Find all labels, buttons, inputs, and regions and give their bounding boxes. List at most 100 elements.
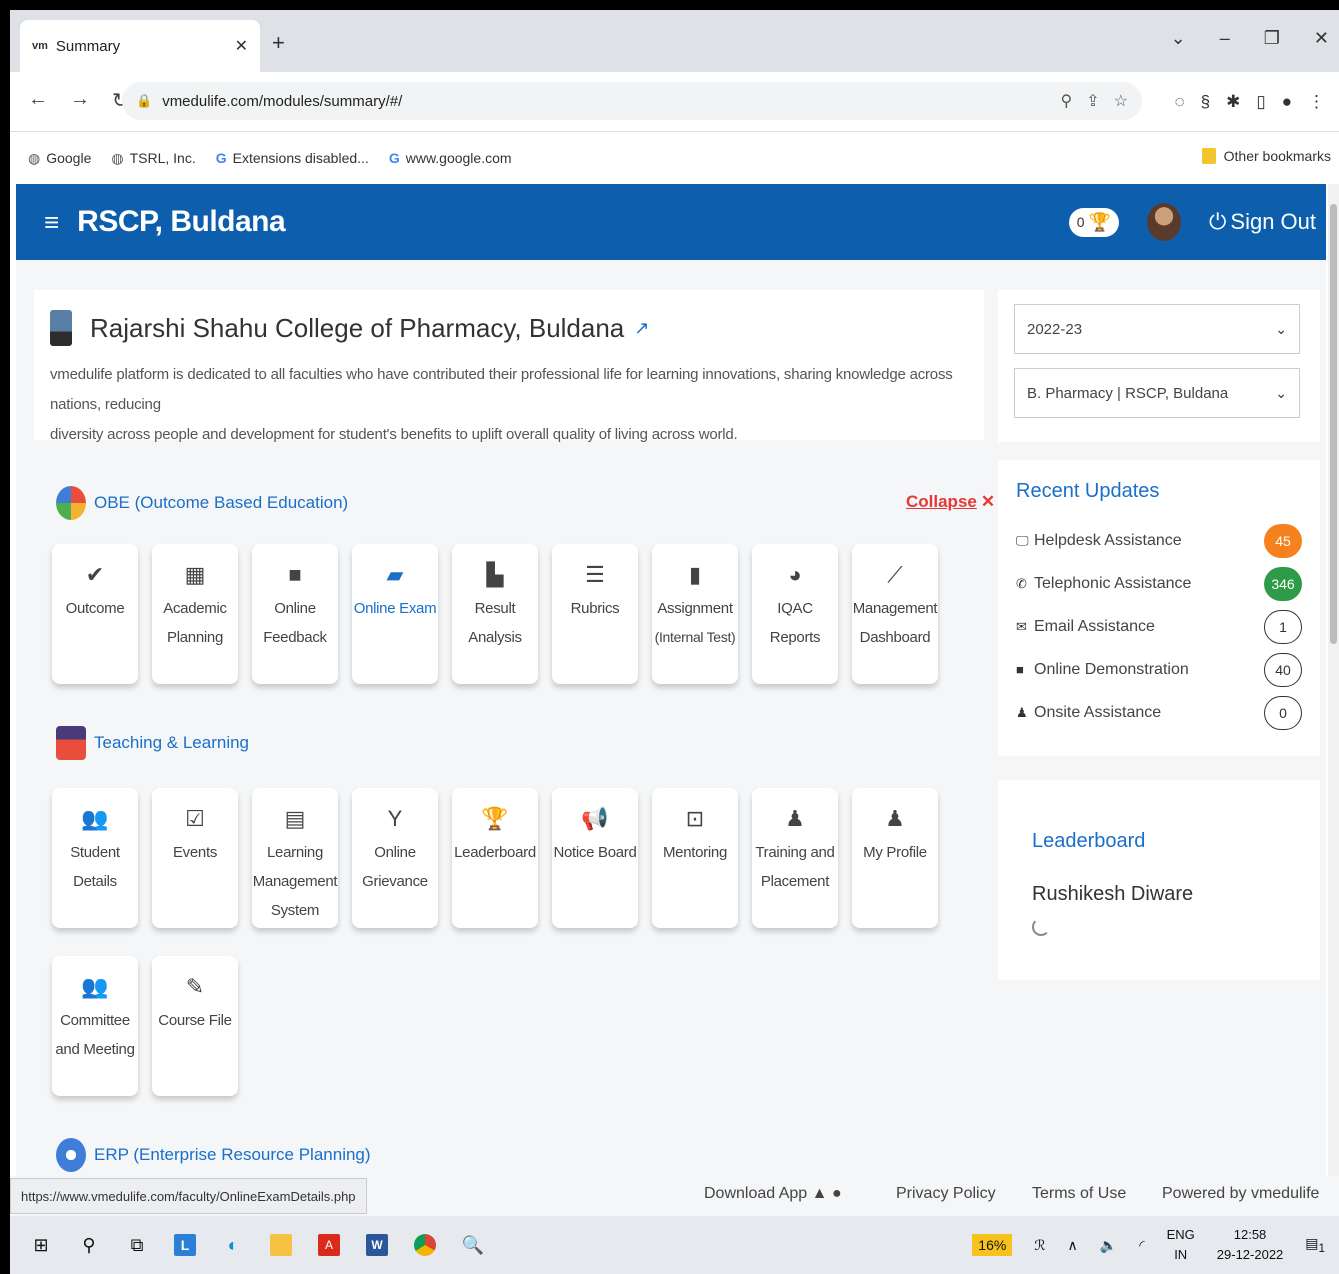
app-l-icon[interactable]: L (174, 1234, 196, 1256)
volume-icon[interactable]: 🔈 (1100, 1237, 1117, 1254)
lock-icon[interactable]: 🔒 (136, 93, 152, 109)
bookmark-tsrl[interactable]: ◍ TSRL, Inc. (111, 150, 195, 167)
restore-icon[interactable]: ❐ (1264, 28, 1280, 49)
other-bookmarks[interactable]: Other bookmarks (1201, 148, 1331, 164)
tile-iqac-reports[interactable]: ◕ IQAC Reports (752, 544, 838, 684)
scrollbar[interactable] (1328, 184, 1339, 1176)
chevron-down-icon: ⌄ (1275, 320, 1287, 337)
language-indicator[interactable]: ENG IN (1167, 1225, 1195, 1265)
tile-my-profile[interactable]: ♟ My Profile (852, 788, 938, 928)
bookmark-google[interactable]: ◍ Google (28, 150, 91, 167)
close-tab-icon[interactable]: ✕ (235, 36, 248, 56)
star-icon[interactable]: ☆ (1114, 91, 1128, 111)
windows-start-icon[interactable]: ⊞ (30, 1234, 52, 1256)
sign-out-button[interactable]: ⏻ Sign Out (1209, 209, 1316, 235)
trophy-icon: 🏆 (1088, 211, 1111, 232)
tile-online-grievance[interactable]: Y Online Grievance (352, 788, 438, 928)
program-select[interactable]: B. Pharmacy | RSCP, Buldana ⌄ (1014, 368, 1300, 418)
tile-notice-board[interactable]: 📢 Notice Board (552, 788, 638, 928)
minimize-icon[interactable]: – (1220, 28, 1230, 49)
search-icon[interactable]: ⚲ (78, 1234, 100, 1256)
update-helpdesk[interactable]: 🖵 Helpdesk Assistance 45 (1016, 519, 1302, 562)
task-view-icon[interactable]: ⧉ (126, 1234, 148, 1256)
url-text: vmedulife.com/modules/summary/#/ (162, 92, 403, 110)
battery-indicator[interactable]: 16% (972, 1234, 1013, 1256)
puzzle-icon[interactable]: ✱ (1226, 92, 1240, 112)
users-icon: 👥 (81, 806, 109, 831)
update-telephonic[interactable]: ✆ Telephonic Assistance 346 (1016, 562, 1302, 605)
android-icon: ▲ (811, 1185, 828, 1202)
browser-tab[interactable]: vm Summary ✕ (20, 20, 260, 72)
tile-training-placement[interactable]: ♟ Training and Placement (752, 788, 838, 928)
notification-icon[interactable]: ▤1 (1305, 1235, 1325, 1255)
tab-title: Summary (55, 37, 121, 55)
privacy-policy-link[interactable]: Privacy Policy (896, 1185, 996, 1203)
acrobat-icon[interactable]: A (318, 1234, 340, 1256)
download-app-link[interactable]: Download App ▲ ● (704, 1185, 842, 1203)
collapse-button[interactable]: Collapse ✕ (906, 492, 995, 512)
magnifier-icon[interactable]: 🔍 (462, 1234, 484, 1256)
trophy-badge[interactable]: 0 🏆 (1068, 207, 1119, 237)
tile-events[interactable]: ☑ Events (152, 788, 238, 928)
zoom-icon[interactable]: ⚲ (1061, 91, 1073, 111)
tile-mentoring[interactable]: ⊡ Mentoring (652, 788, 738, 928)
url-field[interactable]: 🔒 vmedulife.com/modules/summary/#/ ⚲ ⇪ ☆ (122, 82, 1142, 120)
scrollbar-thumb[interactable] (1330, 204, 1337, 644)
tile-outcome[interactable]: ✔ Outcome (52, 544, 138, 684)
update-online-demo[interactable]: ■ Online Demonstration 40 (1016, 648, 1302, 691)
forward-icon[interactable]: → (70, 88, 90, 113)
tray-chevron-icon[interactable]: ∧ (1068, 1237, 1078, 1254)
bookmark-extensions[interactable]: G Extensions disabled... (216, 150, 369, 166)
powered-by[interactable]: Powered by vmedulife (1162, 1185, 1319, 1203)
academic-year-select[interactable]: 2022-23 ⌄ (1014, 304, 1300, 354)
tile-committee-meeting[interactable]: 👥 Committee and Meeting (52, 956, 138, 1096)
college-name: Rajarshi Shahu College of Pharmacy, Buld… (90, 312, 625, 343)
profile-icon[interactable]: ● (1282, 92, 1292, 112)
erp-section-header[interactable]: ERP (Enterprise Resource Planning) (56, 1138, 371, 1172)
tile-lms[interactable]: ▤ Learning Management System (252, 788, 338, 928)
external-link-icon[interactable]: ↗ (634, 318, 649, 339)
close-window-icon[interactable]: ✕ (1314, 28, 1329, 49)
users-icon: 👥 (81, 974, 109, 999)
calendar-icon: ▦ (184, 562, 206, 587)
menu-icon[interactable]: ⋮ (1308, 92, 1325, 112)
tile-assignment[interactable]: ▮ Assignment (Internal Test) (652, 544, 738, 684)
person-icon: Y (387, 806, 403, 831)
people-icon[interactable]: ℛ (1034, 1237, 1045, 1254)
college-logo-icon (50, 310, 72, 346)
word-icon[interactable]: W (366, 1234, 388, 1256)
update-onsite[interactable]: ♟ Onsite Assistance 0 (1016, 691, 1302, 734)
extension-icon[interactable]: ◌ (1175, 92, 1185, 112)
edge-icon[interactable]: ◐ (222, 1234, 244, 1256)
clock[interactable]: 12:58 29-12-2022 (1217, 1225, 1284, 1265)
tile-academic-planning[interactable]: ▦ Academic Planning (152, 544, 238, 684)
tile-online-feedback[interactable]: ■ Online Feedback (252, 544, 338, 684)
bookmark-www-google[interactable]: Gwww.google.com (389, 150, 512, 166)
tile-online-exam[interactable]: ▰ Online Exam (352, 544, 438, 684)
hamburger-menu-icon[interactable]: ≡ (44, 207, 59, 238)
obe-section-header[interactable]: OBE (Outcome Based Education) (56, 486, 348, 520)
apple-icon: ● (831, 1185, 842, 1202)
chalkboard-icon: ⊡ (685, 806, 705, 831)
chrome-icon[interactable] (414, 1234, 436, 1256)
sidepanel-icon[interactable]: ▯ (1256, 92, 1265, 112)
tile-rubrics[interactable]: ☰ Rubrics (552, 544, 638, 684)
tile-student-details[interactable]: 👥 Student Details (52, 788, 138, 928)
update-email[interactable]: ✉ Email Assistance 1 (1016, 605, 1302, 648)
tile-result-analysis[interactable]: ▙ Result Analysis (452, 544, 538, 684)
tile-course-file[interactable]: ✎ Course File (152, 956, 238, 1096)
tile-leaderboard[interactable]: 🏆 Leaderboard (452, 788, 538, 928)
tab-search-icon[interactable]: ⌄ (1171, 28, 1186, 49)
teaching-section-header[interactable]: Teaching & Learning (56, 726, 249, 760)
college-heading: Rajarshi Shahu College of Pharmacy, Buld… (50, 310, 968, 346)
new-tab-icon[interactable]: + (272, 30, 285, 56)
terms-link[interactable]: Terms of Use (1032, 1185, 1126, 1203)
back-icon[interactable]: ← (28, 88, 48, 113)
avatar[interactable] (1146, 203, 1181, 241)
wifi-icon[interactable]: ◜ (1139, 1237, 1144, 1254)
tile-management-dashboard[interactable]: ⟋ Management Dashboard (852, 544, 938, 684)
file-explorer-icon[interactable] (270, 1234, 292, 1256)
share-icon[interactable]: ⇪ (1086, 91, 1099, 111)
leaderboard-title[interactable]: Leaderboard (1032, 830, 1286, 853)
extension-icon[interactable]: § (1201, 92, 1210, 112)
